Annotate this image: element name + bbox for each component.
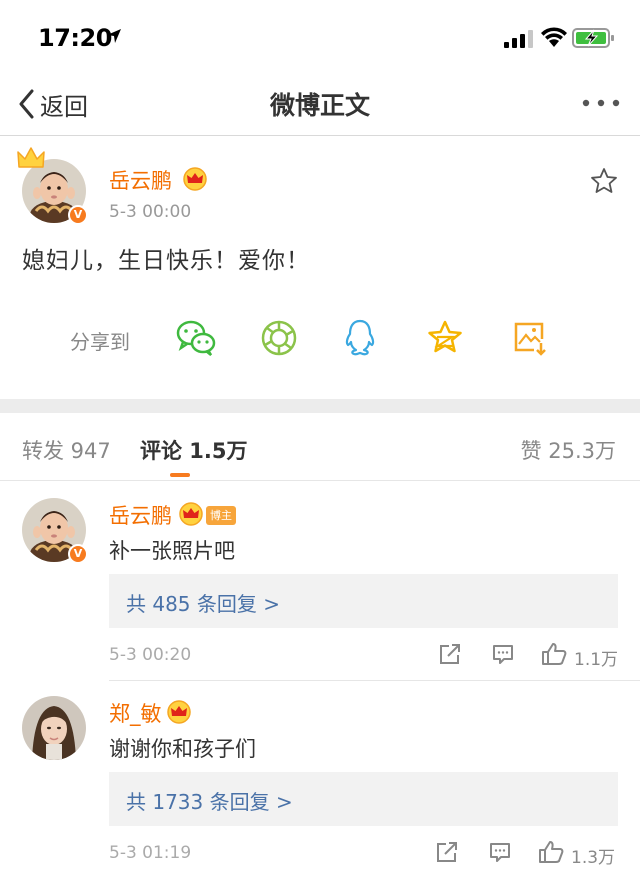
share-icon[interactable]: [438, 642, 462, 666]
qzone-icon[interactable]: [426, 319, 464, 357]
comment-reply-icon[interactable]: [488, 840, 512, 864]
reply-thread-link[interactable]: 共 1733 条回复 >: [109, 772, 618, 826]
comment-time: 5-3 01:19: [109, 843, 192, 863]
thumbs-up-icon[interactable]: [541, 642, 567, 666]
reply-thread-link[interactable]: 共 485 条回复 >: [109, 574, 618, 628]
post-text: 媳妇儿，生日快乐！爱你！: [22, 248, 310, 274]
post-card: V 岳云鹏 5-3 00:00 媳妇儿，生日快乐！爱你！ 分享到: [0, 137, 640, 399]
qq-icon[interactable]: [344, 319, 376, 357]
post-time: 5-3 00:00: [109, 202, 192, 222]
verified-badge: V: [68, 544, 88, 564]
share-icon[interactable]: [435, 840, 459, 864]
verified-badge: V: [68, 205, 88, 225]
location-arrow-icon: [107, 29, 121, 43]
tab-like[interactable]: 赞 25.3万: [521, 435, 616, 465]
battery-charging-icon: [572, 28, 614, 48]
thumbs-up-icon[interactable]: [538, 840, 564, 864]
commenter-name[interactable]: 岳云鹏: [109, 500, 172, 530]
like-count: 1.1万: [574, 650, 619, 670]
status-bar: 17:20: [0, 0, 640, 74]
more-options-icon[interactable]: [582, 98, 620, 108]
woman-portrait-image: [22, 696, 86, 760]
moments-icon[interactable]: [260, 319, 298, 357]
section-divider: [0, 399, 640, 413]
nav-bar: 返回 微博正文: [0, 74, 640, 136]
favorite-star-icon[interactable]: [590, 167, 618, 195]
like-count: 1.3万: [571, 848, 616, 868]
vip-crown-icon: [183, 167, 207, 191]
comment-item: 郑_敏 谢谢你和孩子们 共 1733 条回复 > 5-3 01:19 1.3万: [0, 680, 640, 873]
cellular-signal-icon: [504, 30, 533, 48]
wechat-icon[interactable]: [176, 319, 216, 357]
reply-count: 共 1733 条回复 >: [126, 790, 293, 814]
tab-repost[interactable]: 转发 947: [22, 435, 111, 465]
save-image-icon[interactable]: [512, 319, 548, 357]
comment-text: 补一张照片吧: [109, 539, 235, 563]
author-name[interactable]: 岳云鹏: [109, 165, 172, 195]
tab-comment[interactable]: 评论 1.5万: [140, 435, 248, 465]
vip-crown-icon: [179, 502, 203, 526]
author-host-badge: 博主: [206, 506, 236, 525]
comment-time: 5-3 00:20: [109, 645, 192, 665]
reply-count: 共 485 条回复 >: [126, 592, 281, 616]
status-time: 17:20: [38, 24, 112, 52]
vip-crown-icon: [167, 700, 191, 724]
crown-decoration-icon: [17, 147, 45, 168]
comment-item: V 岳云鹏 博主 补一张照片吧 共 485 条回复 > 5-3 00:20 1.…: [0, 482, 640, 682]
share-label: 分享到: [70, 330, 130, 354]
wifi-icon: [541, 27, 567, 47]
commenter-name[interactable]: 郑_敏: [109, 698, 162, 728]
page-title: 微博正文: [269, 91, 370, 120]
interaction-tabs: 转发 947 评论 1.5万 赞 25.3万: [0, 413, 640, 481]
active-tab-indicator: [170, 473, 190, 477]
comment-reply-icon[interactable]: [491, 642, 515, 666]
commenter-avatar[interactable]: [22, 696, 86, 760]
comment-text: 谢谢你和孩子们: [109, 737, 256, 761]
